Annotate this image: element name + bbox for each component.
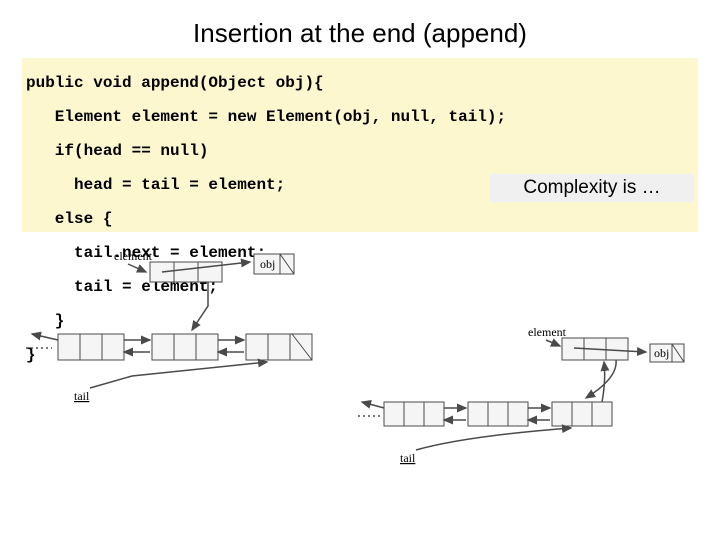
code-line: else { [22,211,698,228]
code-line: public void append(Object obj){ [22,75,698,92]
code-block: public void append(Object obj){ Element … [22,58,698,232]
label-tail: tail [400,451,416,465]
label-element: element [114,249,153,263]
label-element: element [528,325,567,339]
linked-list-diagram: element obj tail element obj [22,248,698,528]
code-line: Element element = new Element(obj, null,… [22,109,698,126]
label-tail: tail [74,389,90,403]
label-obj: obj [260,257,275,271]
complexity-label: Complexity is … [490,174,694,202]
label-obj: obj [654,346,669,360]
page-title: Insertion at the end (append) [0,18,720,49]
code-line: if(head == null) [22,143,698,160]
